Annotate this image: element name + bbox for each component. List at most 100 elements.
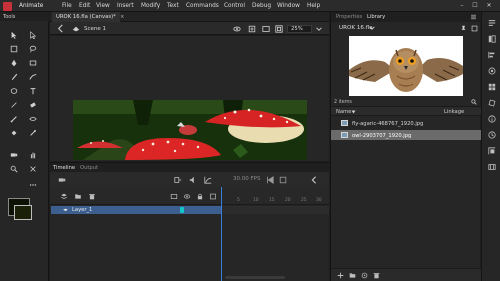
fps-value[interactable]: 30.00 xyxy=(233,176,249,182)
search-icon[interactable] xyxy=(471,99,478,105)
library-panel-icon[interactable] xyxy=(487,34,496,43)
outline-all-icon[interactable] xyxy=(209,193,217,200)
components-panel-icon[interactable] xyxy=(487,146,496,155)
bone-tool-icon[interactable] xyxy=(9,114,19,124)
document-tab[interactable]: UROK 16.fla (Canvas)* xyxy=(52,12,120,22)
audio-icon[interactable] xyxy=(189,176,197,184)
properties-icon[interactable] xyxy=(361,272,368,279)
bitmap-icon xyxy=(341,132,348,138)
maximize-button[interactable]: ☐ xyxy=(471,2,479,10)
minimize-button[interactable]: – xyxy=(458,2,466,10)
new-folder-icon[interactable] xyxy=(349,272,356,279)
eraser-tool-icon[interactable] xyxy=(28,100,38,110)
graph-icon[interactable] xyxy=(204,176,212,184)
menu-view[interactable]: View xyxy=(96,3,110,9)
playhead[interactable] xyxy=(221,187,222,281)
stage-canvas[interactable] xyxy=(73,100,307,160)
free-transform-tool-icon[interactable] xyxy=(9,44,19,54)
scene-icon xyxy=(72,25,81,34)
ruler-tick-20: 20 xyxy=(285,198,291,203)
zoom-tool-icon[interactable] xyxy=(9,164,19,174)
text-tool-icon[interactable] xyxy=(28,86,38,96)
menu-insert[interactable]: Insert xyxy=(117,3,134,9)
pen-tool-icon[interactable] xyxy=(9,58,19,68)
insert-frame-icon[interactable] xyxy=(279,176,287,184)
sort-arrow-icon[interactable] xyxy=(351,109,356,114)
properties-panel-icon[interactable] xyxy=(487,18,496,27)
new-layer-icon[interactable] xyxy=(60,193,68,200)
panel-menu-icon[interactable] xyxy=(470,14,477,20)
new-library-panel-icon[interactable] xyxy=(471,25,479,32)
line-tool-icon[interactable] xyxy=(9,100,19,110)
fly-agaric-image[interactable] xyxy=(73,100,307,160)
close-window-button[interactable]: ✕ xyxy=(485,2,493,10)
document-dropdown-chevron-icon[interactable] xyxy=(369,25,376,32)
frame-picker-icon[interactable] xyxy=(487,162,496,171)
layer-name[interactable]: Layer_1 xyxy=(72,207,92,213)
rectangle-tool-icon[interactable] xyxy=(28,58,38,68)
lasso-tool-icon[interactable] xyxy=(28,44,38,54)
center-stage-icon[interactable] xyxy=(275,24,284,34)
menu-file[interactable]: File xyxy=(62,3,72,9)
swatches-panel-icon[interactable] xyxy=(487,82,496,91)
info-panel-icon[interactable] xyxy=(487,114,496,123)
edit-symbols-icon[interactable] xyxy=(248,25,257,34)
layer-frames[interactable] xyxy=(222,206,329,214)
width-tool-icon[interactable] xyxy=(28,114,38,124)
goto-first-frame-icon[interactable] xyxy=(266,176,274,184)
new-folder-icon[interactable] xyxy=(74,193,82,200)
menu-modify[interactable]: Modify xyxy=(141,3,160,9)
edit-scene-icon[interactable] xyxy=(233,25,242,34)
camera-layer-icon[interactable] xyxy=(58,176,66,184)
paint-bucket-tool-icon[interactable] xyxy=(9,128,19,138)
history-panel-icon[interactable] xyxy=(487,130,496,139)
column-linkage[interactable]: Linkage xyxy=(444,109,464,115)
keyframe[interactable] xyxy=(180,207,184,213)
asset-warp-tool-icon[interactable] xyxy=(28,164,38,174)
library-document-select[interactable]: UROK 16.fla xyxy=(339,25,373,31)
clip-canvas-icon[interactable] xyxy=(262,25,271,34)
color-panel-icon[interactable] xyxy=(487,66,496,75)
tab-library[interactable]: Library xyxy=(367,14,385,20)
zoom-dropdown-chevron-icon[interactable] xyxy=(316,26,322,32)
highlight-layers-icon[interactable] xyxy=(170,193,178,200)
library-item-selected[interactable]: owl-2903707_1920.jpg xyxy=(331,130,481,140)
menu-commands[interactable]: Commands xyxy=(186,3,219,9)
fps-readout: 30.00 FPS xyxy=(233,176,260,182)
eyedropper-tool-icon[interactable] xyxy=(28,128,38,138)
tab-timeline[interactable]: Timeline xyxy=(53,165,75,171)
library-item[interactable]: fly-agaric-468767_1920.jpg xyxy=(331,118,481,128)
tab-output[interactable]: Output xyxy=(80,165,98,171)
menu-control[interactable]: Control xyxy=(224,3,245,9)
close-document-icon[interactable]: × xyxy=(120,14,124,20)
camera-tool-icon[interactable] xyxy=(9,150,19,160)
delete-layer-icon[interactable] xyxy=(88,193,96,200)
more-tools-icon[interactable] xyxy=(28,180,38,190)
column-name[interactable]: Name xyxy=(336,109,351,115)
zoom-level-field[interactable]: 25% xyxy=(287,24,312,33)
show-parenting-icon[interactable] xyxy=(174,176,182,184)
menu-text[interactable]: Text xyxy=(167,3,179,9)
ellipse-tool-icon[interactable] xyxy=(9,86,19,96)
menu-edit[interactable]: Edit xyxy=(79,3,90,9)
tab-properties[interactable]: Properties xyxy=(336,14,362,20)
back-arrow-icon[interactable] xyxy=(56,24,65,33)
lock-all-icon[interactable] xyxy=(196,193,204,200)
new-symbol-icon[interactable] xyxy=(337,272,344,279)
transform-panel-icon[interactable] xyxy=(487,98,496,107)
timeline-scrollbar[interactable] xyxy=(225,276,285,279)
timeline-back-chevron-icon[interactable] xyxy=(310,176,318,184)
menu-help[interactable]: Help xyxy=(307,3,320,9)
menu-window[interactable]: Window xyxy=(277,3,300,9)
brush-tool-icon[interactable] xyxy=(9,72,19,82)
hand-tool-icon[interactable] xyxy=(28,150,38,160)
paint-brush-tool-icon[interactable] xyxy=(28,72,38,82)
selection-tool-icon[interactable] xyxy=(9,30,19,40)
menu-debug[interactable]: Debug xyxy=(252,3,271,9)
show-hide-all-icon[interactable] xyxy=(183,193,191,200)
delete-icon[interactable] xyxy=(373,272,380,279)
pin-icon[interactable] xyxy=(460,25,468,32)
subselection-tool-icon[interactable] xyxy=(28,30,38,40)
fill-color-swatch[interactable] xyxy=(14,205,32,220)
align-panel-icon[interactable] xyxy=(487,50,496,59)
